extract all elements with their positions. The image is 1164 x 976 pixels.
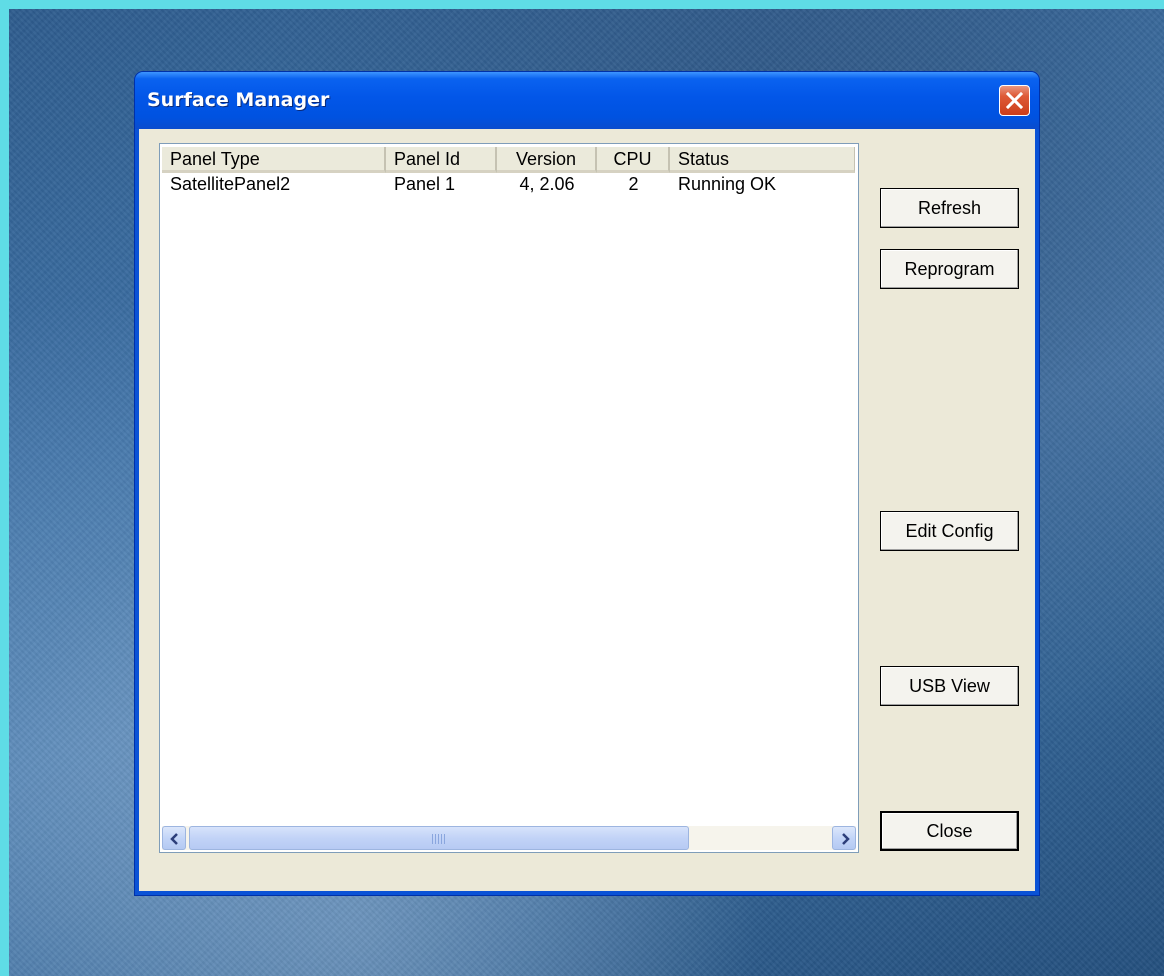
title-bar[interactable]: Surface Manager <box>135 72 1039 129</box>
panel-list-view[interactable]: Panel Type Panel Id Version CPU Status S… <box>159 143 859 853</box>
cell-cpu: 2 <box>628 174 639 194</box>
horizontal-scrollbar[interactable] <box>162 826 856 850</box>
surface-manager-window: Surface Manager Panel Type Panel Id Vers… <box>135 72 1039 895</box>
scroll-thumb[interactable] <box>189 826 689 850</box>
column-header-panel-id[interactable]: Panel Id <box>386 147 497 173</box>
scroll-left-button[interactable] <box>162 826 186 850</box>
cell-panel-id: Panel 1 <box>394 174 456 194</box>
reprogram-button[interactable]: Reprogram <box>880 249 1019 289</box>
column-header-version[interactable]: Version <box>497 147 597 173</box>
list-header: Panel Type Panel Id Version CPU Status <box>162 147 855 173</box>
chevron-right-icon <box>842 833 850 845</box>
edit-config-button[interactable]: Edit Config <box>880 511 1019 551</box>
scroll-grip-icon <box>432 834 446 844</box>
usb-view-button[interactable]: USB View <box>880 666 1019 706</box>
chevron-left-icon <box>170 833 178 845</box>
refresh-button[interactable]: Refresh <box>880 188 1019 228</box>
list-rows: SatellitePanel2 Panel 1 4, 2.06 2 Runnin… <box>162 174 855 196</box>
cell-status: Running OK <box>678 174 777 194</box>
window-title: Surface Manager <box>147 89 330 111</box>
dialog-client-area: Panel Type Panel Id Version CPU Status S… <box>139 129 1035 891</box>
cell-version: 4, 2.06 <box>519 174 575 194</box>
cell-panel-type: SatellitePanel2 <box>170 174 291 194</box>
table-row[interactable]: SatellitePanel2 Panel 1 4, 2.06 2 Runnin… <box>162 174 855 196</box>
column-header-panel-type[interactable]: Panel Type <box>162 147 386 173</box>
window-close-button[interactable] <box>999 85 1030 116</box>
column-header-cpu[interactable]: CPU <box>597 147 670 173</box>
scroll-right-button[interactable] <box>832 826 856 850</box>
close-x-icon <box>1006 92 1023 109</box>
column-header-status[interactable]: Status <box>670 147 855 173</box>
close-button[interactable]: Close <box>880 811 1019 851</box>
